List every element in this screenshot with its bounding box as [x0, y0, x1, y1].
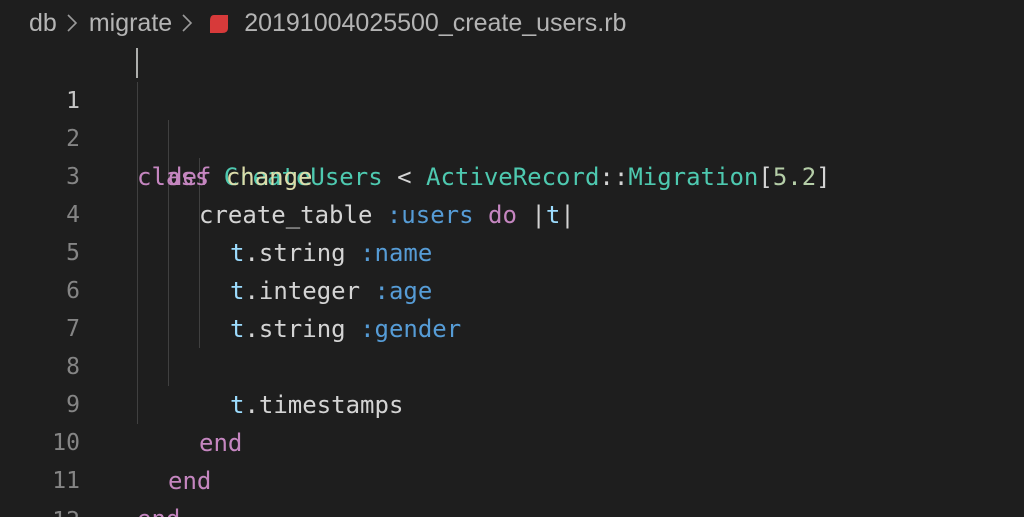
- token-keyword: end: [137, 505, 180, 517]
- code-line[interactable]: 3 create_table :users do |t|: [0, 120, 1024, 229]
- code-line[interactable]: 8 t.timestamps: [0, 310, 1024, 419]
- code-line[interactable]: 10 end: [0, 386, 1024, 495]
- ruby-icon: [208, 13, 230, 35]
- breadcrumb-item-file[interactable]: 20191004025500_create_users.rb: [244, 9, 626, 38]
- chevron-right-icon: [57, 8, 89, 38]
- code-line[interactable]: 2 def change: [0, 82, 1024, 191]
- text-cursor: [136, 48, 138, 78]
- code-line[interactable]: 11 end: [0, 424, 1024, 517]
- code-line[interactable]: 4 t.string :name: [0, 158, 1024, 267]
- code-line[interactable]: 12: [0, 464, 1024, 517]
- code-line[interactable]: 7: [0, 272, 1024, 342]
- chevron-right-icon: [172, 8, 204, 38]
- breadcrumb: db migrate 20191004025500_create_users.r…: [0, 0, 1024, 46]
- line-number: 12: [0, 502, 80, 517]
- code-line[interactable]: 5 t.integer :age: [0, 196, 1024, 305]
- code-line-content: end: [137, 500, 180, 517]
- code-line[interactable]: 9 end: [0, 348, 1024, 457]
- code-editor[interactable]: 1 class CreateUsers < ActiveRecord::Migr…: [0, 44, 1024, 517]
- breadcrumb-item-db[interactable]: db: [29, 9, 57, 38]
- code-line[interactable]: 1 class CreateUsers < ActiveRecord::Migr…: [0, 44, 1024, 191]
- breadcrumb-item-migrate[interactable]: migrate: [89, 9, 172, 38]
- code-line[interactable]: 6 t.string :gender: [0, 234, 1024, 343]
